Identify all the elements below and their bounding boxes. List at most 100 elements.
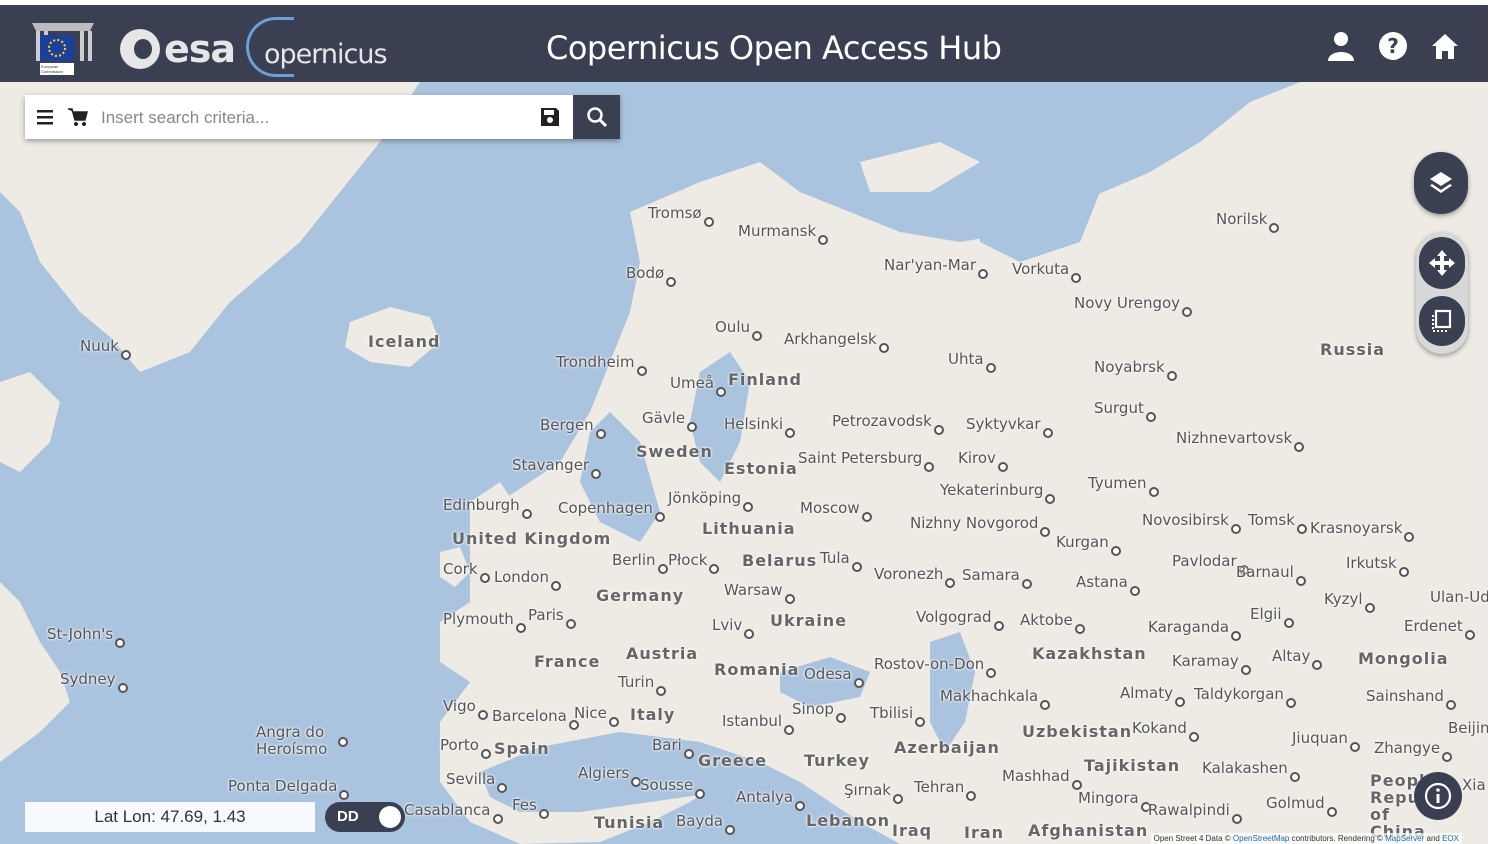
map-label-petrozavodsk: Petrozavodsk [832,412,932,430]
select-area-button[interactable] [1419,296,1465,346]
map-marker-sydney [117,683,128,693]
map-label-karaganda: Karaganda [1148,618,1230,636]
map-label-s-rnak: Şırnak [844,781,891,799]
search-button[interactable] [573,95,620,139]
map-label-sydney: Sydney [60,670,116,688]
map-label-trondheim: Trondheim [556,353,635,371]
map-label-nuuk: Nuuk [80,337,119,355]
map-label-yekaterinburg: Yekaterinburg [940,481,1044,499]
map-marker-erdenet [1464,630,1475,640]
map-marker-bari [683,749,694,759]
map-marker-taldykorgan [1285,698,1296,708]
map-label-krasnoyarsk: Krasnoyarsk [1310,519,1403,537]
page-title: Copernicus Open Access Hub [546,29,1002,67]
map-label-fes: Fes [512,796,537,814]
map-marker-cork [479,573,490,583]
map-marker-vigo [477,710,488,720]
map-label-london: London [494,568,549,586]
map-label-tomsk: Tomsk [1248,511,1295,529]
map-label-murmansk: Murmansk [738,222,817,240]
header-actions: ? [1326,29,1460,63]
map-label-edinburgh: Edinburgh [443,496,520,514]
map-label-afghanistan: Afghanistan [1028,821,1149,840]
ec-caption: European Commission [41,64,64,74]
svg-text:?: ? [1387,34,1399,58]
map-label-makhachkala: Makhachkala [940,687,1039,705]
map-label-warsaw: Warsaw [724,581,783,599]
map-label-italy: Italy [630,705,676,724]
map-label-novosibirsk: Novosibirsk [1142,511,1229,529]
map-label-saint-petersburg: Saint Petersburg [798,449,923,467]
map-attribution: Open Street 4 Data © OpenStreetMap contr… [1150,833,1462,844]
map-label-ponta-delgada: Ponta Delgada [228,777,338,795]
select-area-icon [1432,309,1452,332]
menu-icon[interactable] [35,107,55,127]
eox-link[interactable]: EOX [1442,834,1459,843]
map-label-porto: Porto [440,736,479,754]
map-marker-samara [1021,579,1032,589]
map-label-uhta: Uhta [948,350,984,368]
map-label-lviv: Lviv [712,616,743,634]
map-label-altay: Altay [1272,647,1311,665]
coordinate-format-toggle[interactable]: DD [325,802,405,832]
map-label-plymouth: Plymouth [443,610,514,628]
map-marker-aktobe [1074,624,1085,634]
map-label-barnaul: Barnaul [1236,563,1294,581]
map-label-iceland: Iceland [368,332,441,351]
map-marker-kalakashen [1289,772,1300,782]
map-marker-london [550,581,561,591]
map-marker-rawalpindi [1231,814,1242,824]
map-label-troms: Tromsø [648,204,702,222]
map-label-st-john-s: St-John's [47,625,114,643]
home-icon[interactable] [1430,29,1460,63]
map-label-vorkuta: Vorkuta [1012,260,1070,278]
map-label-ulan-ud: Ulan-Ud [1430,588,1490,606]
map-label-kyzyl: Kyzyl [1324,590,1363,608]
map-marker-karaganda [1231,631,1242,641]
map-label-aktobe: Aktobe [1020,611,1073,629]
map-label-mashhad: Mashhad [1002,767,1070,785]
map-label-taldykorgan: Taldykorgan [1194,685,1284,703]
map-label-novy-urengoy: Novy Urengoy [1074,294,1181,312]
info-button[interactable] [1414,772,1462,820]
map-label-uzbekistan: Uzbekistan [1022,722,1133,741]
map-label-nice: Nice [574,704,607,722]
attribution-prefix: Open Street 4 Data © [1153,834,1231,843]
user-icon[interactable] [1326,29,1356,63]
map-canvas[interactable]: Nuuk Iceland Tromsø Murmansk Bodø Nar'yan-Mar… [0,82,1490,844]
map-label-bergen: Bergen [540,416,594,434]
map-label-astana: Astana [1076,573,1128,591]
map-marker-bergen [595,429,606,439]
map-marker-irkutsk [1398,567,1409,577]
map-label-lebanon: Lebanon [806,811,891,830]
map-label-casablanca: Casablanca [404,801,491,819]
cart-icon[interactable] [67,106,89,128]
copernicus-wordmark: opernicus [264,39,388,70]
esa-logo: esa [120,27,236,71]
pan-button[interactable] [1419,237,1465,289]
attribution-mid: contributors. Rendering © [1291,834,1383,843]
openstreetmap-link[interactable]: OpenStreetMap [1233,834,1289,843]
esa-mark-icon [120,29,160,69]
map-marker-warsaw [784,594,795,604]
map-label-belarus: Belarus [742,551,818,570]
map-label-syktyvkar: Syktyvkar [966,415,1041,433]
map-marker-troms [703,217,714,227]
map-label-almaty: Almaty [1120,684,1173,702]
map-label-tehran: Tehran [914,778,965,796]
map-marker-moscow [861,512,872,522]
map-label-rostov-on-don: Rostov-on-Don [874,655,985,673]
map-label-p-ock: Płock [668,551,708,569]
map-marker-astana [1129,586,1140,596]
map-label-algiers: Algiers [578,764,630,782]
map-label-tbilisi: Tbilisi [870,704,914,722]
save-icon[interactable] [538,105,562,129]
layers-button[interactable] [1414,152,1468,214]
map-marker-casablanca [492,814,503,824]
search-input[interactable] [99,103,533,133]
map-label-bod: Bodø [626,264,665,282]
mapserver-link[interactable]: MapServer [1385,834,1424,843]
map-label-moscow: Moscow [800,499,860,517]
map-label-barcelona: Barcelona [492,707,567,725]
help-icon[interactable]: ? [1378,29,1408,63]
